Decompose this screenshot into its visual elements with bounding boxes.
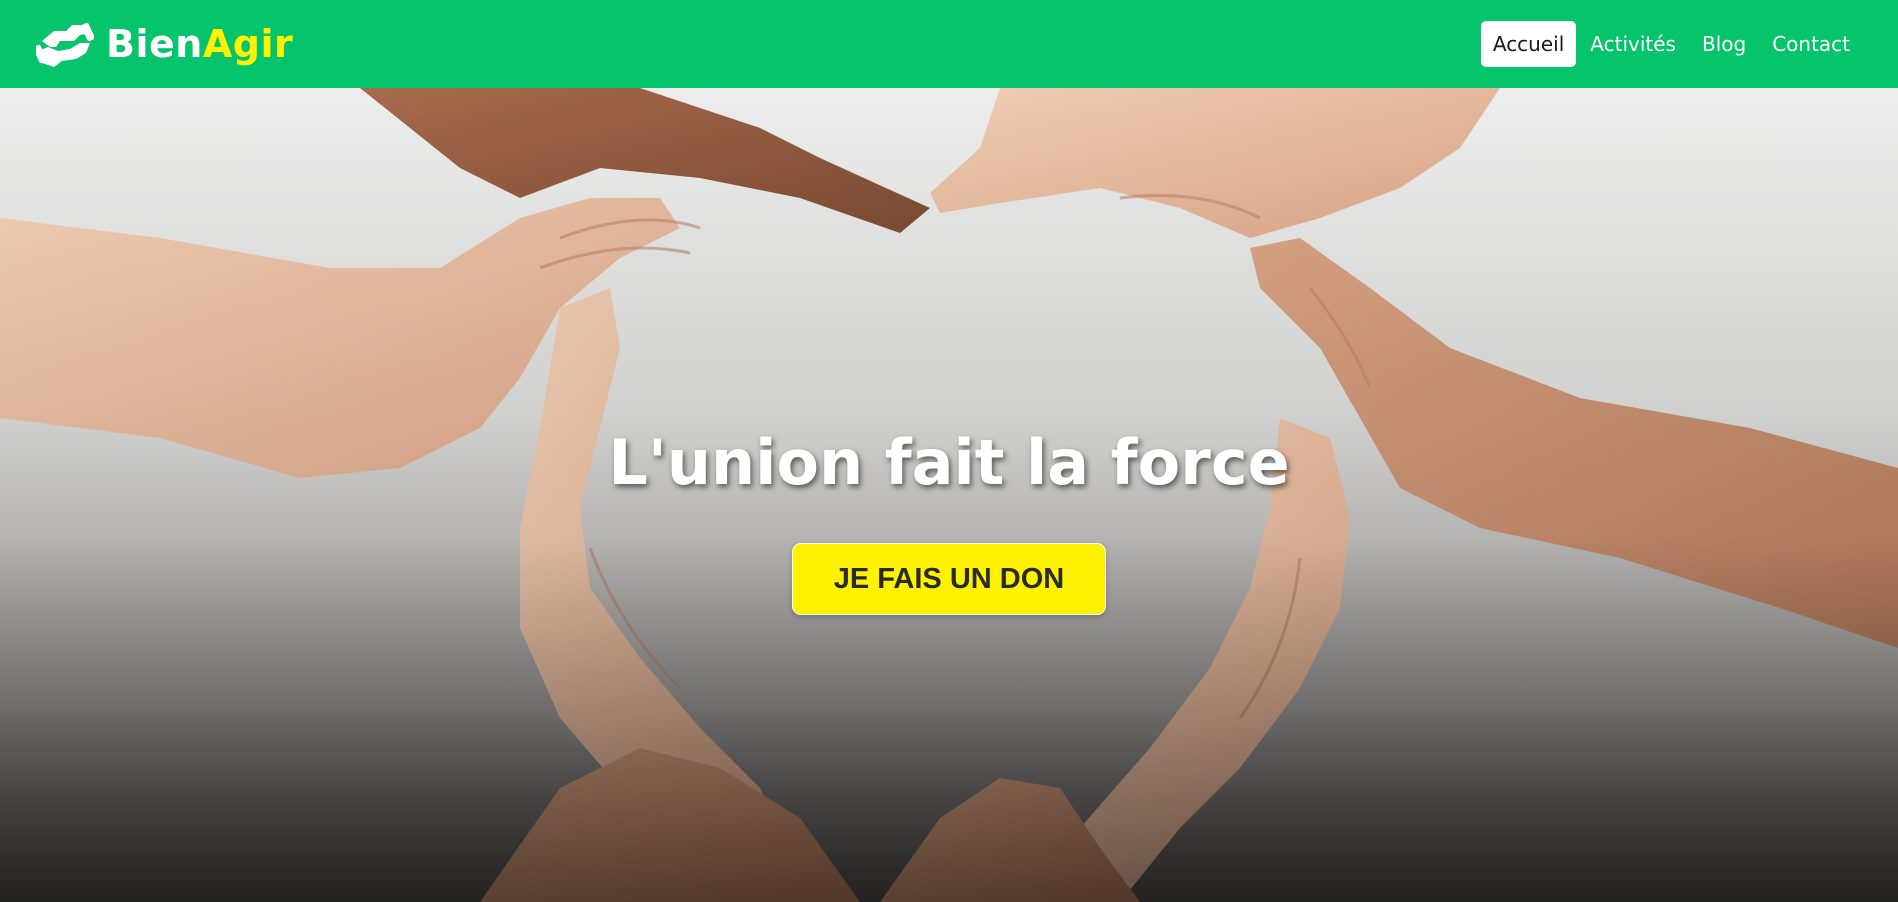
hero-content: L'union fait la force JE FAIS UN DON bbox=[0, 88, 1898, 902]
hero-title: L'union fait la force bbox=[608, 426, 1290, 499]
brand-name-part2: Agir bbox=[202, 22, 294, 66]
brand-name: BienAgir bbox=[106, 22, 293, 66]
top-navbar: BienAgir Accueil Activités Blog Contact bbox=[0, 0, 1898, 88]
nav-item-contact[interactable]: Contact bbox=[1760, 21, 1862, 67]
nav-item-activites[interactable]: Activités bbox=[1578, 21, 1688, 67]
brand-name-part1: Bien bbox=[106, 22, 203, 66]
hero-section: L'union fait la force JE FAIS UN DON bbox=[0, 88, 1898, 902]
handshake-icon bbox=[36, 21, 94, 67]
donate-button[interactable]: JE FAIS UN DON bbox=[792, 543, 1106, 615]
nav-item-accueil[interactable]: Accueil bbox=[1480, 21, 1577, 67]
main-nav: Accueil Activités Blog Contact bbox=[1480, 21, 1862, 67]
brand-logo-link[interactable]: BienAgir bbox=[36, 21, 293, 67]
nav-item-blog[interactable]: Blog bbox=[1690, 21, 1758, 67]
